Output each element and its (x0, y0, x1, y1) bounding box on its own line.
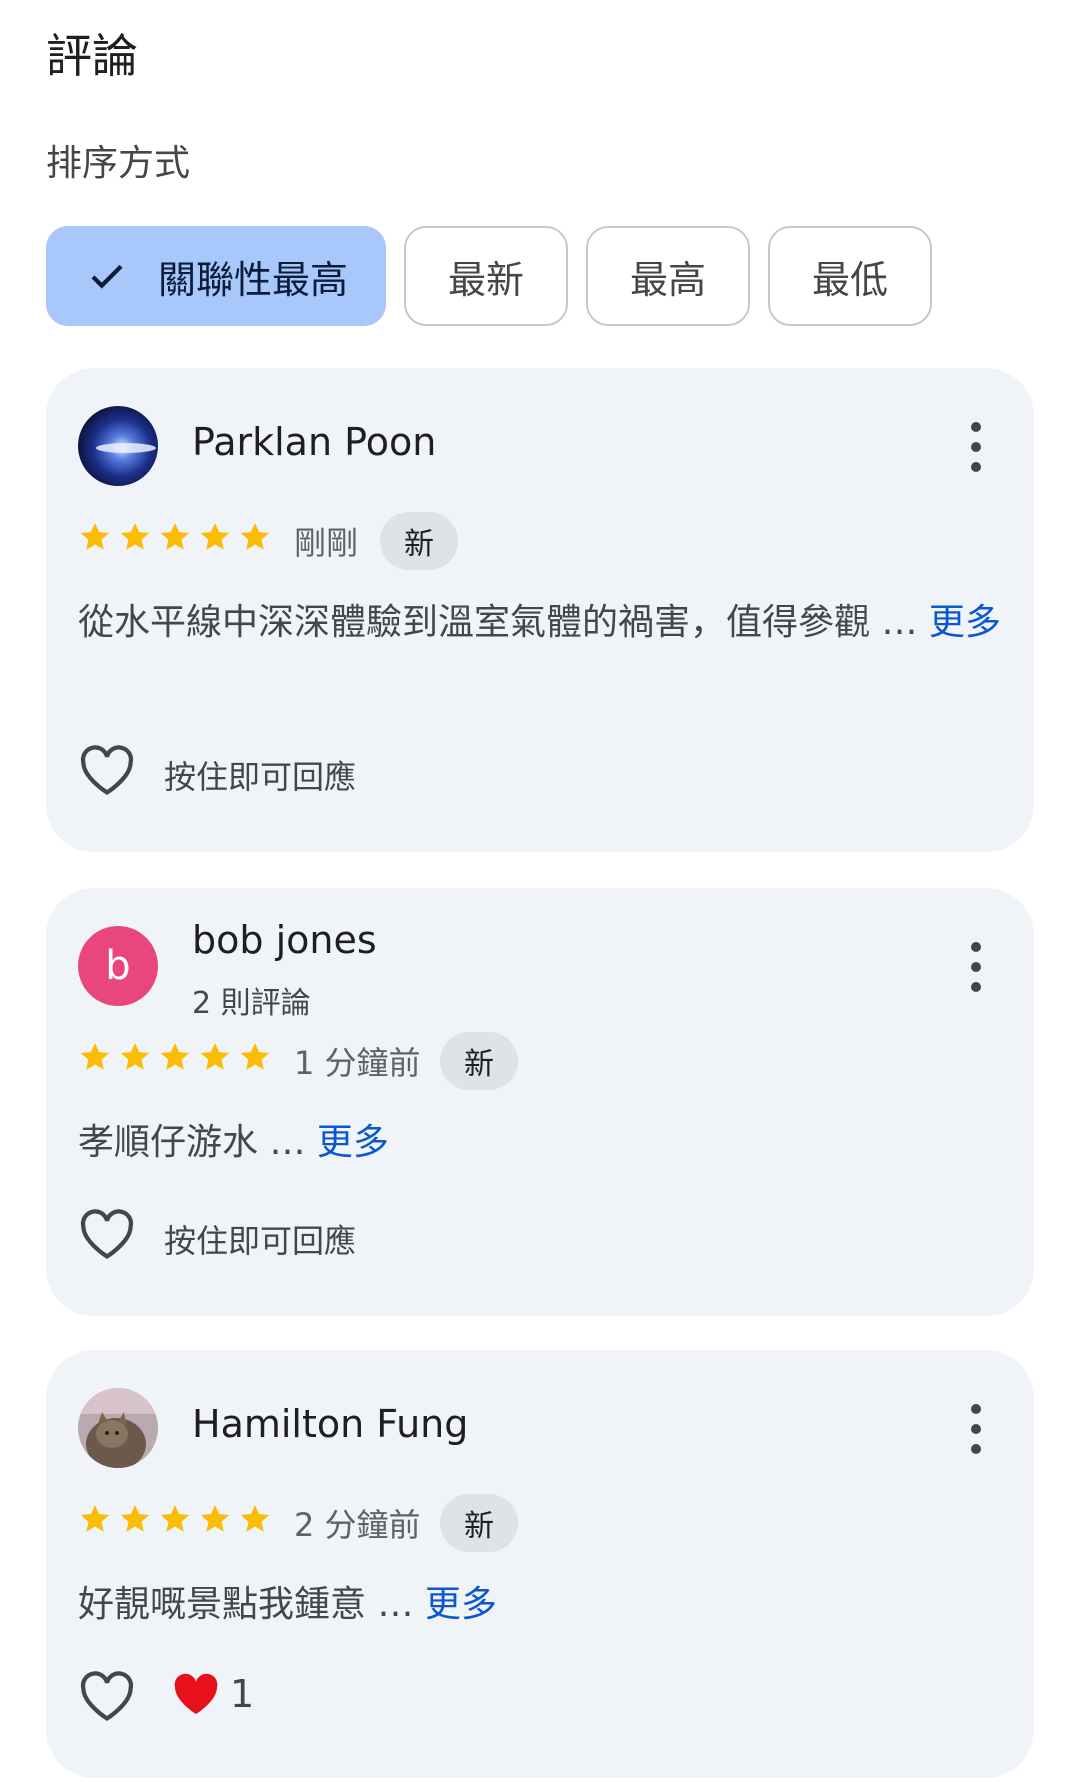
avatar[interactable] (78, 406, 158, 486)
review-card: b bob jones 2 則評論 1 分鐘前 新 孝順仔游水 … 更多 按住即… (46, 888, 1034, 1316)
star-icon (120, 522, 150, 550)
more-vert-icon[interactable] (968, 422, 984, 474)
sort-label: 排序方式 (46, 143, 191, 184)
review-time: 1 分鐘前 (294, 1044, 421, 1082)
new-badge: 新 (440, 1032, 518, 1090)
review-text[interactable]: 好靚嘅景點我鍾意 … 更多 (78, 1578, 1008, 1632)
avatar[interactable] (78, 1388, 158, 1468)
hold-to-react-hint: 按住即可回應 (164, 758, 357, 796)
review-body: 從水平線中深深體驗到溫室氣體的禍害，值得參觀 … (78, 602, 929, 643)
review-time: 2 分鐘前 (294, 1506, 421, 1544)
star-icon (80, 522, 110, 550)
hold-to-react-hint: 按住即可回應 (164, 1222, 357, 1260)
reaction-count: 1 (230, 1672, 255, 1716)
review-text[interactable]: 從水平線中深深體驗到溫室氣體的禍害，值得參觀 … 更多 (78, 596, 1008, 650)
more-vert-icon[interactable] (968, 942, 984, 994)
star-icon (200, 1504, 230, 1532)
heart-outline-icon[interactable] (78, 1670, 136, 1722)
more-link[interactable]: 更多 (929, 602, 1001, 643)
star-icon (160, 1042, 190, 1070)
star-rating (78, 1502, 272, 1536)
heart-outline-icon[interactable] (78, 1208, 136, 1260)
star-icon (120, 1042, 150, 1070)
star-icon (80, 1042, 110, 1070)
star-rating (78, 1040, 272, 1074)
avatar-sky-image (78, 406, 158, 486)
new-badge: 新 (380, 512, 458, 570)
star-icon (200, 1042, 230, 1070)
more-link[interactable]: 更多 (317, 1122, 389, 1163)
reviewer-name[interactable]: bob jones (192, 918, 377, 962)
star-icon (240, 1042, 270, 1070)
new-badge: 新 (440, 1494, 518, 1552)
sort-chip-label: 最高 (629, 257, 706, 302)
more-link[interactable]: 更多 (425, 1584, 497, 1625)
star-icon (120, 1504, 150, 1532)
review-card: Parklan Poon 剛剛 新 從水平線中深深體驗到溫室氣體的禍害，值得參觀… (46, 368, 1034, 852)
sort-chip-lowest[interactable]: 最低 (768, 226, 932, 326)
reaction-summary[interactable]: 1 (172, 1672, 254, 1716)
star-icon (160, 522, 190, 550)
review-body: 孝順仔游水 … (78, 1122, 317, 1163)
star-rating (78, 520, 272, 554)
sort-chip-newest[interactable]: 最新 (404, 226, 568, 326)
review-body: 好靚嘅景點我鍾意 … (78, 1584, 425, 1625)
star-icon (240, 1504, 270, 1532)
review-time: 剛剛 (294, 524, 359, 562)
avatar-cat-image (78, 1388, 158, 1468)
star-icon (200, 522, 230, 550)
page-title: 評論 (46, 29, 138, 83)
review-count: 2 則評論 (192, 986, 311, 1021)
star-icon (160, 1504, 190, 1532)
star-icon (240, 522, 270, 550)
heart-outline-icon[interactable] (78, 744, 136, 796)
sort-chip-highest[interactable]: 最高 (586, 226, 750, 326)
sort-chip-label: 關聯性最高 (158, 257, 349, 302)
review-text[interactable]: 孝順仔游水 … 更多 (78, 1116, 1008, 1170)
sort-chip-label: 最新 (447, 257, 524, 302)
check-icon (91, 264, 123, 289)
sort-chip-label: 最低 (811, 257, 888, 302)
review-card: Hamilton Fung 2 分鐘前 新 好靚嘅景點我鍾意 … 更多 1 (46, 1350, 1034, 1778)
reviewer-name[interactable]: Hamilton Fung (192, 1402, 468, 1446)
reviewer-name[interactable]: Parklan Poon (192, 420, 436, 464)
avatar[interactable]: b (78, 926, 158, 1006)
avatar-letter: b (105, 943, 131, 989)
sort-chip-relevance[interactable]: 關聯性最高 (46, 226, 386, 326)
red-heart-icon (174, 1673, 218, 1714)
more-vert-icon[interactable] (968, 1404, 984, 1456)
star-icon (80, 1504, 110, 1532)
